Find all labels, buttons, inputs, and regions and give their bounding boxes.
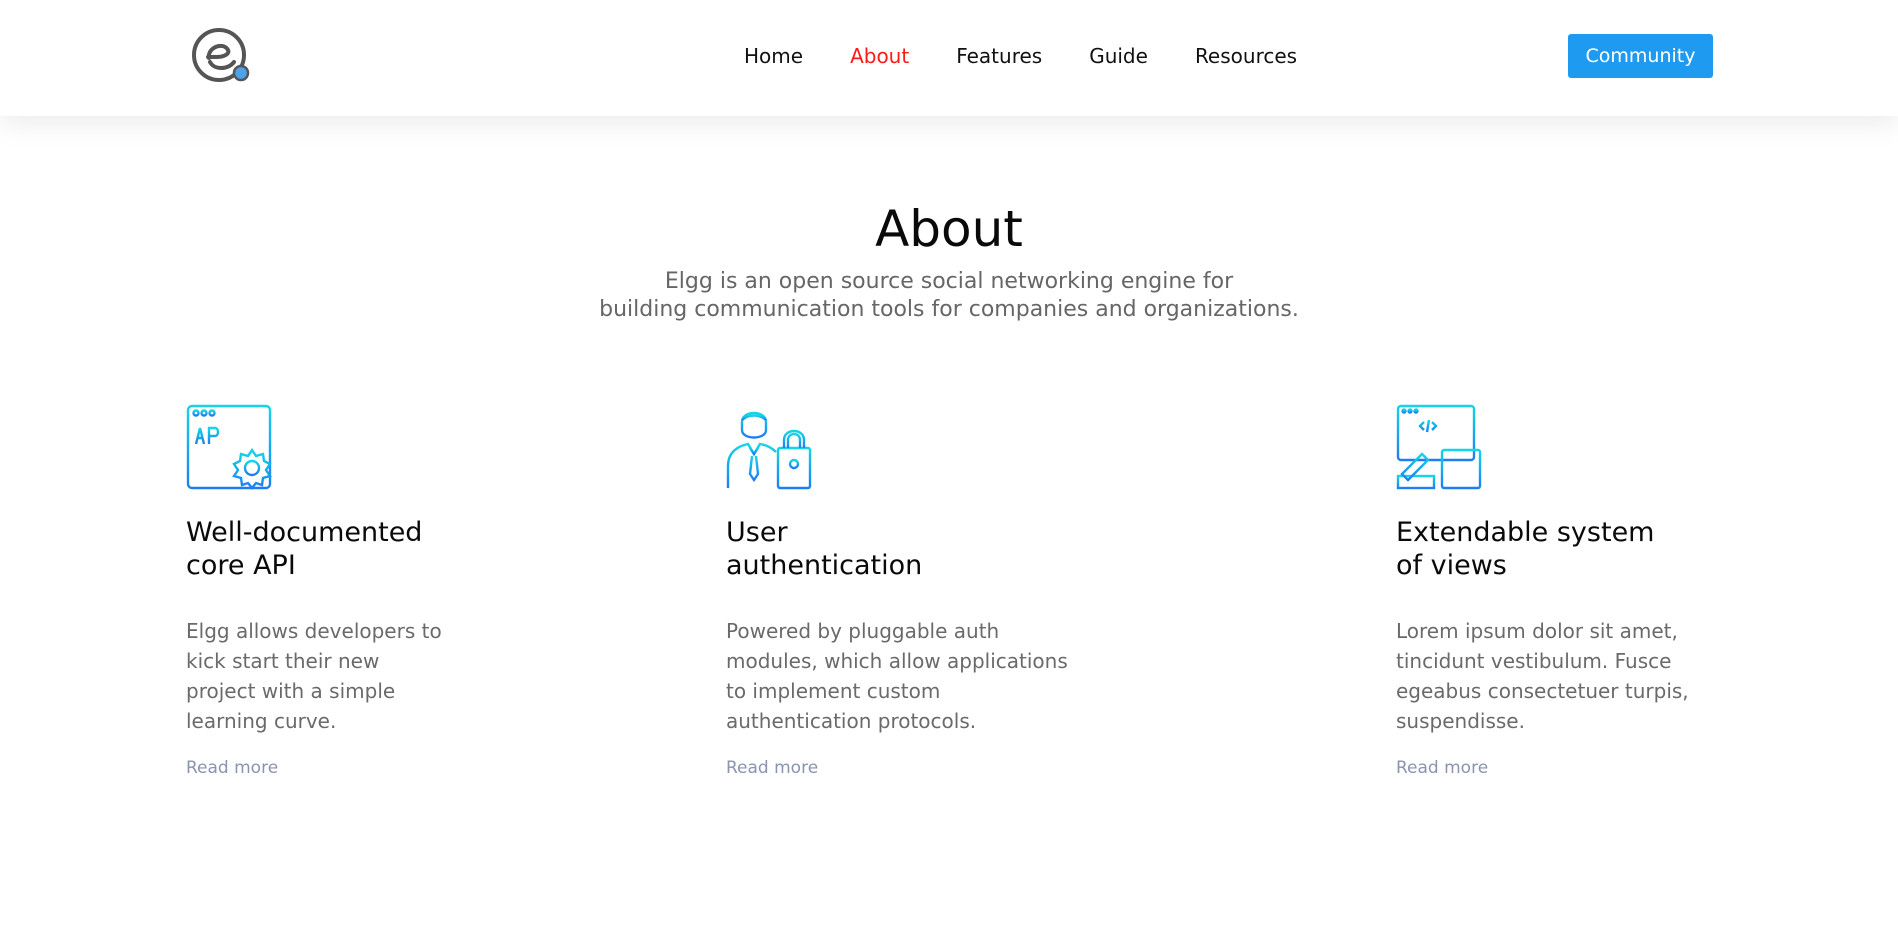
page-title: About	[875, 200, 1023, 258]
site-header: Home About Features Guide Resources Comm…	[0, 0, 1898, 116]
nav-resources[interactable]: Resources	[1195, 44, 1297, 68]
card-text: Lorem ipsum dolor sit amet, tincidunt ve…	[1396, 616, 1726, 736]
user-lock-icon	[726, 411, 812, 490]
card-text-line: egeabus consectetuer turpis,	[1396, 679, 1689, 703]
card-title-line: Extendable system	[1396, 517, 1655, 548]
feature-card-auth: User authentication Powered by pluggable…	[726, 404, 1106, 778]
nav-features[interactable]: Features	[956, 44, 1042, 68]
card-text: Powered by pluggable auth modules, which…	[726, 616, 1106, 736]
card-title: User authentication	[726, 516, 1106, 582]
card-text-line: project with a simple	[186, 679, 396, 703]
card-title-line: authentication	[726, 550, 923, 581]
feature-card-api: Well-documented core API Elgg allows dev…	[186, 404, 486, 778]
card-title: Well-documented core API	[186, 516, 486, 582]
code-views-icon	[1396, 404, 1482, 490]
feature-card-views: Extendable system of views Lorem ipsum d…	[1396, 404, 1726, 778]
read-more-link[interactable]: Read more	[726, 758, 818, 778]
card-text-line: modules, which allow applications	[726, 649, 1068, 673]
card-text-line: tincidunt vestibulum. Fusce	[1396, 649, 1672, 673]
card-text-line: kick start their new	[186, 649, 380, 673]
card-title-line: core API	[186, 550, 296, 581]
card-text-line: Elgg allows developers to	[186, 619, 442, 643]
card-title-line: User	[726, 517, 788, 548]
card-text-line: suspendisse.	[1396, 709, 1525, 733]
nav-home[interactable]: Home	[744, 44, 803, 68]
card-title-line: Well-documented	[186, 517, 423, 548]
page-subtitle: Elgg is an open source social networking…	[0, 268, 1898, 324]
card-text-line: Lorem ipsum dolor sit amet,	[1396, 619, 1678, 643]
read-more-link[interactable]: Read more	[1396, 758, 1488, 778]
card-text-line: Powered by pluggable auth	[726, 619, 1000, 643]
elgg-logo-icon[interactable]	[190, 26, 254, 86]
nav-guide[interactable]: Guide	[1089, 44, 1148, 68]
nav-about[interactable]: About	[850, 44, 909, 68]
card-title-line: of views	[1396, 550, 1507, 581]
card-text-line: learning curve.	[186, 709, 337, 733]
card-title: Extendable system of views	[1396, 516, 1726, 582]
subtitle-line: Elgg is an open source social networking…	[664, 269, 1234, 294]
card-text-line: authentication protocols.	[726, 709, 977, 733]
card-text-line: to implement custom	[726, 679, 941, 703]
read-more-link[interactable]: Read more	[186, 758, 278, 778]
community-button[interactable]: Community	[1568, 34, 1713, 78]
subtitle-line: building communication tools for compani…	[599, 297, 1299, 322]
api-gear-icon	[186, 404, 272, 490]
main-nav: Home About Features Guide Resources	[744, 44, 1344, 68]
card-text: Elgg allows developers to kick start the…	[186, 616, 486, 736]
